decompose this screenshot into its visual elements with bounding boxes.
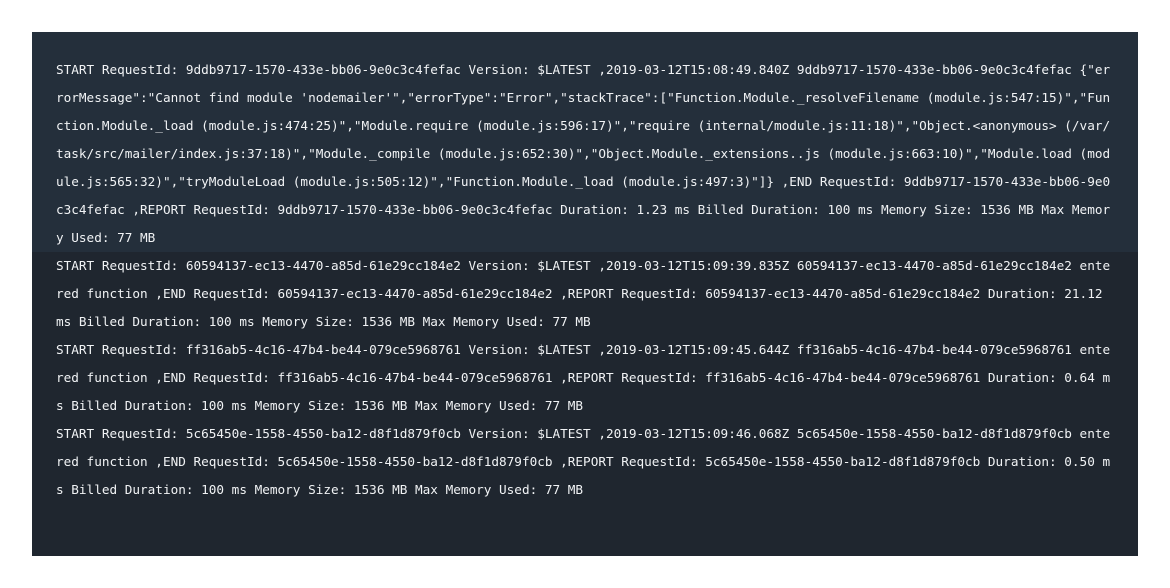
log-entry: START RequestId: ff316ab5-4c16-47b4-be44… bbox=[56, 342, 1111, 413]
log-output-panel: START RequestId: 9ddb9717-1570-433e-bb06… bbox=[32, 32, 1138, 556]
log-entry: START RequestId: 9ddb9717-1570-433e-bb06… bbox=[32, 32, 1138, 252]
log-entry: START RequestId: 60594137-ec13-4470-a85d… bbox=[56, 258, 1111, 329]
log-entry: START RequestId: 5c65450e-1558-4550-ba12… bbox=[56, 426, 1111, 497]
